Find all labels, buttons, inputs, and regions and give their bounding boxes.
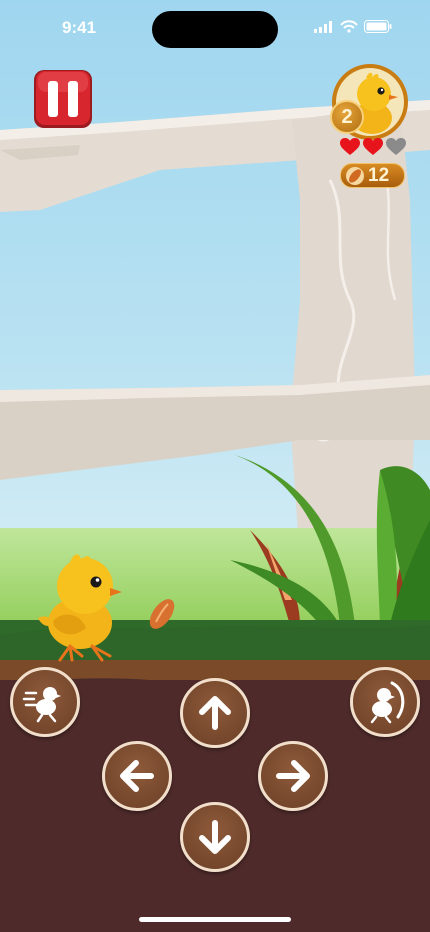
home-indicator[interactable] — [139, 917, 291, 922]
status-bar: 9:41 — [0, 0, 430, 56]
pause-icon — [34, 70, 92, 128]
heart-icon — [363, 138, 383, 155]
heart-icon — [340, 138, 360, 155]
status-time: 9:41 — [62, 18, 97, 37]
jump-flap-button[interactable] — [350, 667, 420, 737]
running-chick-icon — [22, 687, 61, 723]
arrow-up-icon — [199, 696, 231, 730]
arrow-down-icon — [199, 820, 231, 854]
seed-pickup — [149, 599, 175, 629]
up-button[interactable] — [180, 678, 250, 748]
flapping-chick-icon — [370, 681, 405, 724]
chick-character — [38, 554, 122, 662]
status-icons — [314, 20, 392, 33]
left-button[interactable] — [102, 741, 172, 811]
dynamic-island — [152, 11, 278, 48]
signal-icon — [314, 20, 332, 33]
heart-empty-icon — [386, 138, 406, 155]
dash-button[interactable] — [10, 667, 80, 737]
seed-count: 12 — [368, 164, 390, 186]
arrow-left-icon — [120, 760, 154, 792]
seed-icon — [346, 166, 364, 185]
level-badge: 2 — [330, 100, 364, 134]
battery-icon — [364, 20, 392, 33]
arrow-right-icon — [276, 760, 310, 792]
right-button[interactable] — [258, 741, 328, 811]
pause-button[interactable] — [32, 68, 94, 130]
down-button[interactable] — [180, 802, 250, 872]
wifi-icon — [340, 20, 358, 33]
seed-counter: 12 — [340, 163, 405, 188]
lives-hearts — [340, 138, 406, 156]
